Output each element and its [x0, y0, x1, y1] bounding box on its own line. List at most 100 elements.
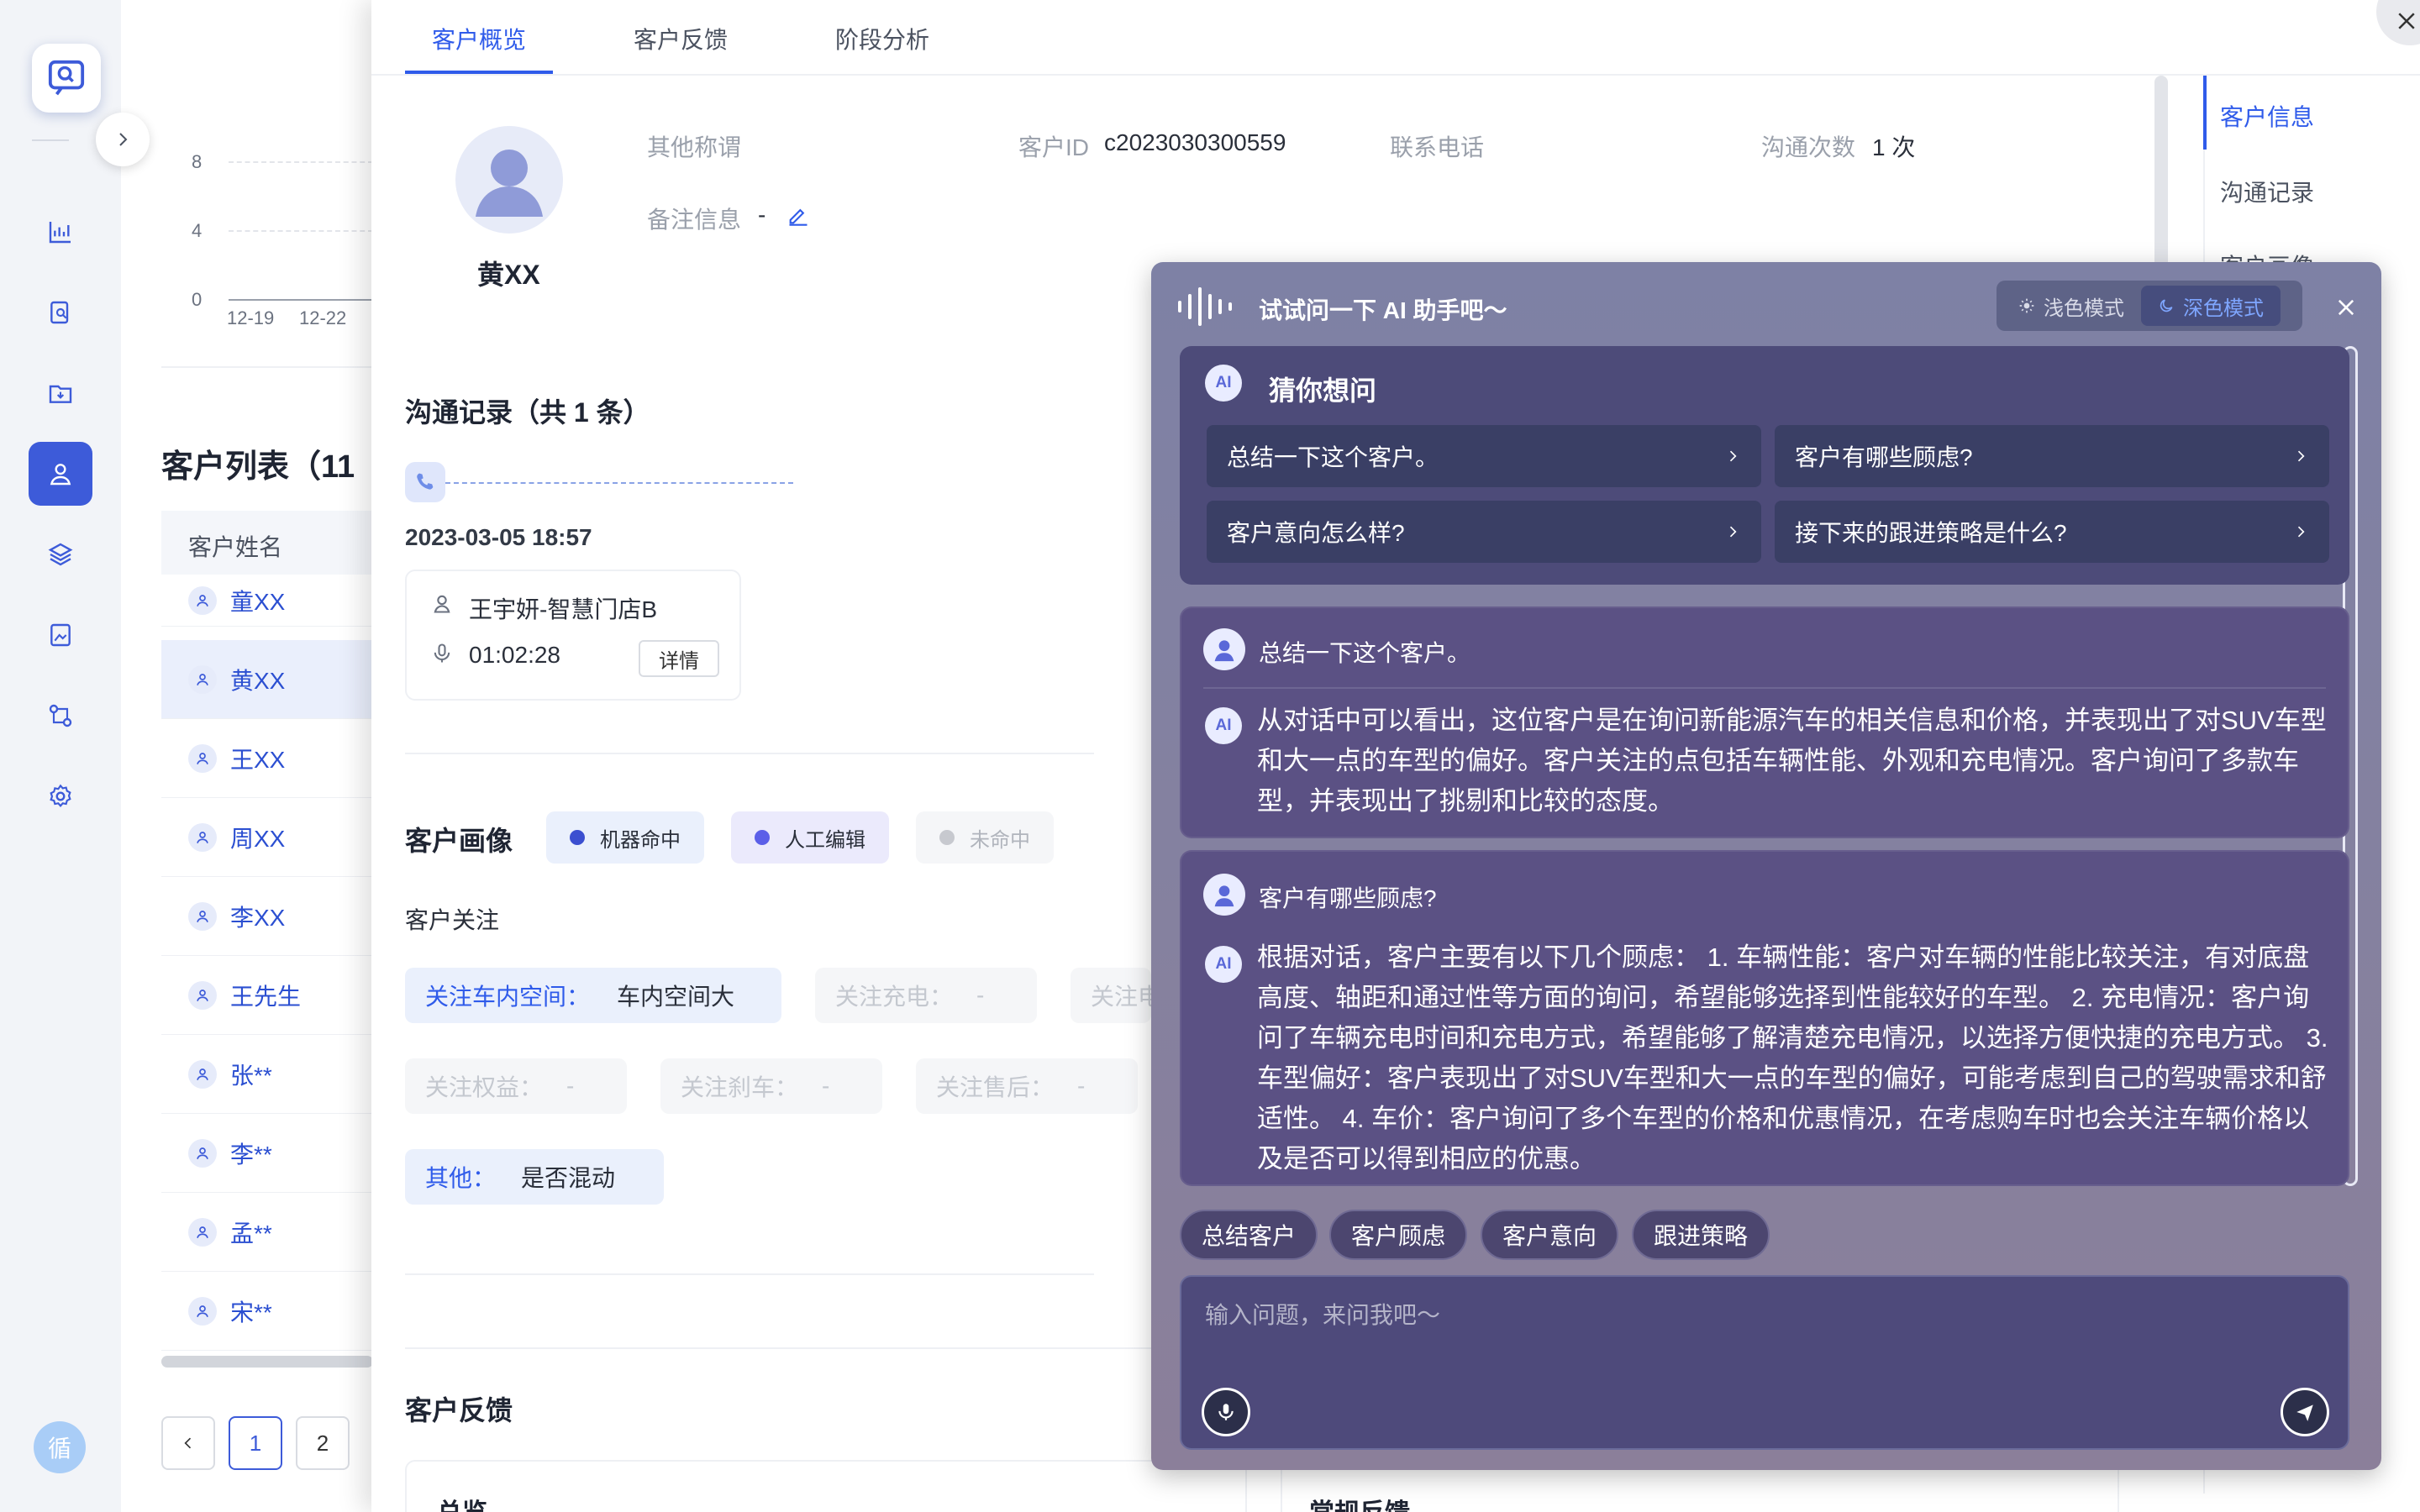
ai-close-button[interactable]	[2329, 291, 2363, 324]
nav-search-doc[interactable]	[29, 281, 92, 344]
nav-flow[interactable]	[29, 684, 92, 748]
portrait-tag[interactable]: 其他： 是否混动	[405, 1149, 664, 1205]
ai-badge-icon: AI	[1205, 946, 1242, 983]
customer-name: 张**	[230, 1062, 272, 1089]
customer-avatar	[455, 126, 563, 234]
customer-list-title: 客户列表（11	[161, 449, 355, 485]
anchor-customer-info[interactable]: 客户信息	[2220, 99, 2314, 133]
question-label: 接下来的跟进策略是什么?	[1795, 520, 2067, 546]
expand-sidebar-button[interactable]	[96, 113, 150, 166]
call-record-card: 王宇妍-智慧门店B 01:02:28	[405, 570, 741, 701]
table-row[interactable]: 李XX	[161, 877, 373, 956]
table-row[interactable]: 王先生	[161, 956, 373, 1035]
dark-mode-button[interactable]: 深色模式	[2141, 286, 2281, 326]
question-label: 客户有哪些顾虑?	[1795, 444, 1973, 470]
page-1-button[interactable]: 1	[229, 1416, 282, 1470]
moon-icon	[2160, 299, 2173, 312]
portrait-tag[interactable]: 关注电	[1071, 968, 1151, 1023]
table-row[interactable]: 周XX	[161, 798, 373, 877]
table-row[interactable]: 宋**	[161, 1272, 373, 1351]
suggested-question[interactable]: 接下来的跟进策略是什么?	[1775, 501, 2329, 563]
anchor-records[interactable]: 沟通记录	[2220, 175, 2314, 208]
legend-machine-hit: 机器命中	[546, 811, 704, 864]
prev-page-button[interactable]	[161, 1416, 215, 1470]
light-mode-label: 浅色模式	[2044, 297, 2124, 320]
voice-input-button[interactable]	[1202, 1388, 1250, 1436]
nav-settings[interactable]	[29, 764, 92, 828]
layers-icon	[48, 543, 73, 566]
nav-analytics[interactable]	[29, 200, 92, 264]
table-row[interactable]: 张**	[161, 1035, 373, 1114]
nav-layers[interactable]	[29, 522, 92, 586]
machine-hit-dot	[570, 830, 585, 845]
chevron-right-icon	[119, 133, 128, 146]
tab-feedback[interactable]: 客户反馈	[634, 22, 728, 55]
person-icon	[188, 980, 217, 1010]
nav-folder[interactable]	[29, 361, 92, 425]
send-button[interactable]	[2281, 1388, 2329, 1436]
customer-id-label: 客户ID	[1018, 134, 1090, 160]
table-row[interactable]: 孟**	[161, 1193, 373, 1272]
suggested-question[interactable]: 客户意向怎么样?	[1207, 501, 1761, 563]
suggested-question[interactable]: 总结一下这个客户。	[1207, 425, 1761, 487]
ai-question-input[interactable]: 输入问题，来问我吧～	[1180, 1275, 2349, 1450]
person-icon	[188, 664, 217, 694]
portrait-tag[interactable]: 关注充电： -	[815, 968, 1037, 1023]
conversation-item: 总结一下这个客户。 AI 从对话中可以看出，这位客户是在询问新能源汽车的相关信息…	[1180, 606, 2349, 838]
person-avatar-icon	[476, 150, 543, 217]
quick-action-button[interactable]: 总结客户	[1180, 1210, 1318, 1260]
chart-icon	[49, 222, 71, 244]
chart-axis	[229, 299, 373, 301]
portrait-tag[interactable]: 关注售后： -	[916, 1058, 1138, 1114]
person-icon	[188, 1296, 217, 1326]
quick-action-button[interactable]: 客户顾虑	[1329, 1210, 1468, 1260]
ai-badge-icon: AI	[1205, 365, 1242, 402]
table-row[interactable]: 王XX	[161, 719, 373, 798]
edit-note-icon[interactable]	[786, 203, 810, 227]
chevron-right-icon	[2297, 450, 2305, 462]
phone-call-icon	[405, 462, 445, 502]
call-detail-button[interactable]: 详情	[639, 640, 719, 677]
user-question: 总结一下这个客户。	[1259, 640, 1471, 666]
missed-dot	[939, 830, 955, 845]
legend-manual-edit: 人工编辑	[731, 811, 889, 864]
ai-panel-title: 试试问一下 AI 助手吧～	[1259, 297, 1507, 323]
person-icon	[188, 1059, 217, 1089]
chevron-left-icon	[184, 1437, 192, 1449]
feedback-regular-label: 常规反馈	[1309, 1492, 1410, 1512]
table-row[interactable]: 黄XX	[161, 640, 373, 719]
legend-label: 人工编辑	[785, 828, 865, 852]
page-2-button[interactable]: 2	[296, 1416, 350, 1470]
quick-action-button[interactable]: 客户意向	[1481, 1210, 1619, 1260]
suggested-question[interactable]: 客户有哪些顾虑?	[1775, 425, 2329, 487]
customer-name: 李XX	[230, 904, 286, 931]
tab-overview[interactable]: 客户概览	[432, 22, 526, 55]
table-row[interactable]: 李**	[161, 1114, 373, 1193]
quick-action-button[interactable]: 跟进策略	[1632, 1210, 1770, 1260]
microphone-icon	[1218, 1404, 1234, 1420]
tab-bar-divider	[371, 74, 2420, 76]
table-row[interactable]: 童XX	[161, 575, 373, 627]
agent-icon	[430, 591, 454, 615]
customer-name: 王先生	[230, 983, 302, 1010]
chart-gridline	[229, 230, 373, 232]
portrait-tag[interactable]: 关注权益： -	[405, 1058, 627, 1114]
doc-search-icon	[50, 301, 69, 324]
folder-icon	[49, 385, 72, 403]
horizontal-scrollbar[interactable]	[161, 1356, 373, 1368]
ai-answer: 从对话中可以看出，这位客户是在询问新能源汽车的相关信息和价格，并表现出了对SUV…	[1257, 706, 2327, 816]
person-icon	[188, 901, 217, 931]
app-logo[interactable]	[32, 44, 101, 113]
ai-badge-icon: AI	[1205, 707, 1242, 744]
nav-image[interactable]	[29, 603, 92, 667]
portrait-tag[interactable]: 关注刹车： -	[660, 1058, 882, 1114]
microphone-icon	[430, 642, 454, 665]
chart-y-tick: 0	[192, 289, 203, 310]
portrait-tag[interactable]: 关注车内空间： 车内空间大	[405, 968, 781, 1023]
nav-customers[interactable]	[29, 442, 92, 506]
tab-stage-analysis[interactable]: 阶段分析	[835, 22, 929, 55]
alias-label: 其他称谓	[647, 134, 742, 160]
light-mode-button[interactable]: 浅色模式	[2002, 286, 2141, 326]
focus-subtitle: 客户关注	[405, 907, 500, 933]
user-avatar[interactable]: 循	[34, 1421, 86, 1473]
